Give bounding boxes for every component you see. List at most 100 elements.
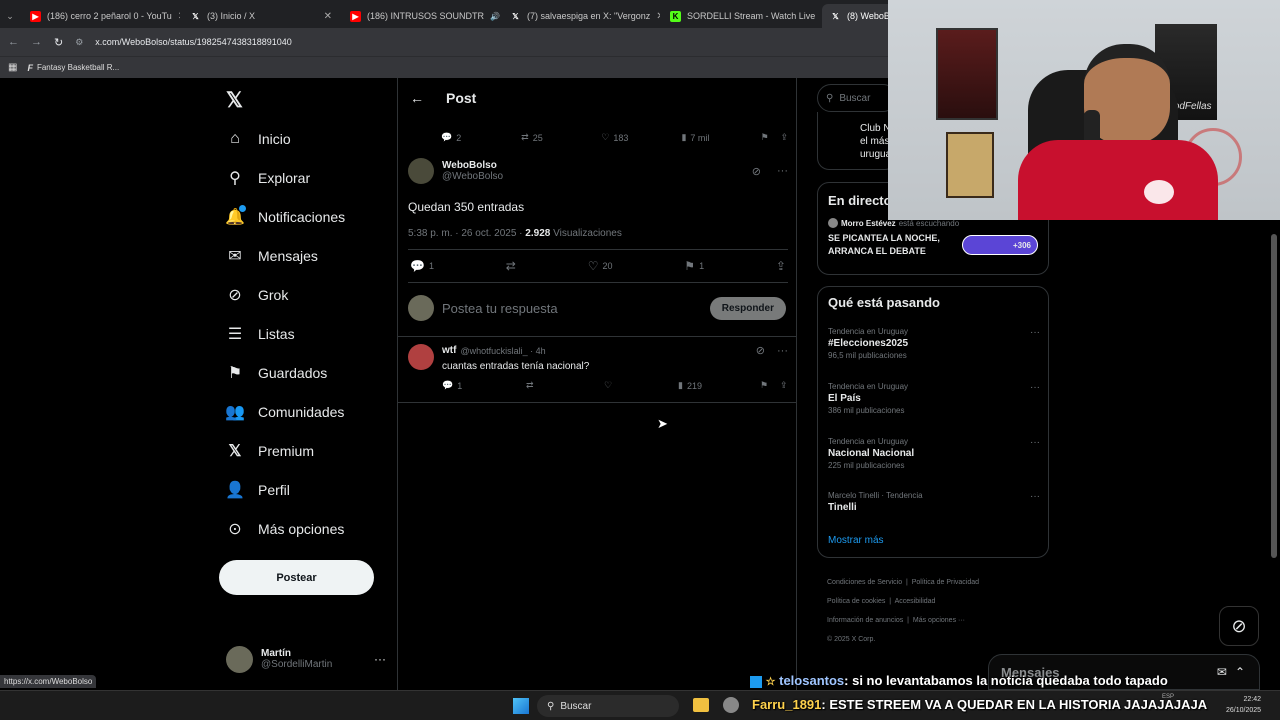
nav-item-explorar[interactable]: ⚲ Explorar <box>226 158 386 197</box>
more-icon[interactable]: ··· <box>1030 382 1040 393</box>
like-action[interactable]: ♡ 183 <box>601 132 681 143</box>
footer-link[interactable]: Información de anuncios <box>827 617 903 624</box>
reply-action[interactable]: 💬 1 <box>410 259 434 273</box>
taskbar-clock[interactable]: 22:42 26/10/2025 <box>1226 694 1261 716</box>
repost-count: 25 <box>532 132 543 143</box>
author-handle[interactable]: @whotfuckislali_ · 4h <box>460 346 545 356</box>
search-box[interactable]: ⚲ Buscar <box>817 84 897 112</box>
reply-input[interactable]: Postea tu respuesta <box>442 301 702 316</box>
repost-action[interactable]: ⇄ <box>526 380 604 391</box>
windows-start-icon[interactable] <box>513 698 529 714</box>
footer-link[interactable]: Política de cookies <box>827 598 885 605</box>
nav-item-mensajes[interactable]: ✉ Mensajes <box>226 236 386 275</box>
avatar[interactable] <box>408 344 434 370</box>
tab-list-chevron-icon[interactable]: ⌄ <box>0 4 20 28</box>
like-count: 20 <box>602 261 613 271</box>
footer-sep: | <box>903 617 913 624</box>
footer-link[interactable]: Más opciones ··· <box>913 617 965 624</box>
author-name[interactable]: wtf <box>442 345 456 356</box>
repost-action[interactable]: ⇄ 25 <box>521 132 601 143</box>
views-action[interactable]: ▮ 7 mil <box>681 132 760 143</box>
account-switcher[interactable]: Martín @SordelliMartin ··· <box>226 644 386 674</box>
avatar[interactable] <box>408 158 434 184</box>
language-indicator[interactable]: ESP <box>1162 694 1174 700</box>
reply-action[interactable]: 💬 2 <box>441 132 521 143</box>
nav-item-perfil[interactable]: 👤 Perfil <box>225 470 386 509</box>
author-handle[interactable]: @WeboBolso <box>442 171 503 182</box>
trend-item[interactable]: Tendencia en Uruguay El País 386 mil pub… <box>828 382 1040 415</box>
like-action[interactable]: ♡ <box>604 380 678 391</box>
reply-button[interactable]: Responder <box>709 296 786 320</box>
more-icon[interactable]: ··· <box>374 652 386 666</box>
audio-icon[interactable]: 🔊 <box>490 12 500 21</box>
post-button[interactable]: Postear <box>219 560 374 595</box>
page-scrollbar[interactable] <box>1271 234 1277 558</box>
more-icon[interactable]: ··· <box>777 165 788 177</box>
nav-item-guardados[interactable]: ⚑ Guardados <box>226 353 386 392</box>
close-tab-icon[interactable]: ✕ <box>178 11 180 22</box>
taskbar-search[interactable]: ⚲ Buscar <box>537 695 679 717</box>
forward-icon[interactable]: → <box>31 36 42 48</box>
back-arrow-icon[interactable]: ← <box>410 90 424 106</box>
close-tab-icon[interactable]: ✕ <box>324 11 332 22</box>
bookmark-action[interactable]: ⚑ 1 <box>684 259 704 273</box>
expand-icon[interactable]: ⌃ <box>1235 665 1245 679</box>
more-icon[interactable]: ··· <box>1030 491 1040 502</box>
browser-tab[interactable]: ▶ (186) cerro 2 peñarol 0 - YouTu ✕ <box>22 4 180 28</box>
nav-item-premium[interactable]: 𝕏 Premium <box>226 431 386 470</box>
trend-item[interactable]: Marcelo Tinelli · Tendencia Tinelli ··· <box>828 491 1040 513</box>
tweet-time[interactable]: 5:38 p. m. · 26 oct. 2025 · <box>408 228 525 239</box>
nav-item-grok[interactable]: ⊘ Grok <box>226 275 386 314</box>
footer-link[interactable]: Condiciones de Servicio <box>827 579 902 586</box>
browser-tab[interactable]: ▶ (186) INTRUSOS SOUNDTR 🔊 ✕ <box>342 4 500 28</box>
url-field[interactable]: x.com/WeboBolso/status/19825474383188910… <box>95 37 291 47</box>
file-explorer-icon[interactable] <box>693 698 709 712</box>
views-action[interactable]: ▮ 219 <box>678 380 760 391</box>
reply-tweet[interactable]: wtf @whotfuckislali_ · 4h ⊘ ··· cuantas … <box>408 344 788 391</box>
close-tab-icon[interactable]: ✕ <box>656 11 660 22</box>
share-icon[interactable]: ⇪ <box>780 380 788 391</box>
grok-float-button[interactable]: ⊘ <box>1219 606 1259 646</box>
browser-tab[interactable]: 𝕏 (7) salvaespiga en X: "Vergonz ✕ <box>502 4 660 28</box>
share-icon[interactable]: ⇪ <box>780 132 788 143</box>
reply-composer: Postea tu respuesta Responder <box>408 288 786 328</box>
more-icon[interactable]: ··· <box>777 345 788 357</box>
reply-action[interactable]: 💬 1 <box>442 380 526 391</box>
tab-title: (3) Inicio / X <box>207 11 256 21</box>
taskbar-search-label: Buscar <box>560 700 592 712</box>
repost-action[interactable]: ⇄ <box>506 259 516 273</box>
browser-tab[interactable]: K SORDELLI Stream - Watch Live ✕ <box>662 4 820 28</box>
nav-item-comunidades[interactable]: 👥 Comunidades <box>225 392 386 431</box>
apps-grid-icon[interactable]: ▦ <box>8 62 17 73</box>
nav-item-notificaciones[interactable]: 🔔 Notificaciones <box>225 197 386 236</box>
browser-tab-active[interactable]: 𝕏 (8) WeboBols <box>822 4 894 28</box>
grok-icon[interactable]: ⊘ <box>756 344 765 357</box>
new-message-icon[interactable]: ✉ <box>1217 665 1227 679</box>
back-icon[interactable]: ← <box>8 36 19 48</box>
chrome-icon[interactable] <box>723 697 739 713</box>
nav-item-listas[interactable]: ☰ Listas <box>226 314 386 353</box>
footer-link[interactable]: Política de Privacidad <box>912 579 979 586</box>
bookmark-item[interactable]: F Fantasy Basketball R... <box>27 63 119 73</box>
trend-item[interactable]: Tendencia en Uruguay #Elecciones2025 96,… <box>828 327 1040 360</box>
show-more-link[interactable]: Mostrar más <box>828 535 884 546</box>
nav-item-inicio[interactable]: ⌂ Inicio <box>226 119 386 158</box>
footer-link[interactable]: Accesibilidad <box>895 598 936 605</box>
author-name[interactable]: WeboBolso <box>442 160 503 171</box>
bookmark-icon[interactable]: ⚑ <box>760 380 780 391</box>
nav-item-mas-opciones[interactable]: ⊙ Más opciones <box>226 509 386 548</box>
share-icon[interactable]: ⇪ <box>776 259 786 273</box>
x-logo-icon[interactable]: 𝕏 <box>226 88 243 113</box>
chat-message: Farru_1891: ESTE STREEM VA A QUEDAR EN L… <box>752 697 1207 712</box>
person-icon: 👤 <box>225 481 245 499</box>
more-icon[interactable]: ··· <box>1030 327 1040 338</box>
site-info-icon[interactable]: ⚙ <box>75 37 83 48</box>
reload-icon[interactable]: ↻ <box>54 36 63 49</box>
browser-tab[interactable]: 𝕏 (3) Inicio / X ✕ <box>182 4 340 28</box>
listeners-pill[interactable]: +306 <box>962 235 1038 255</box>
more-icon[interactable]: ··· <box>1030 437 1040 448</box>
bookmark-icon[interactable]: ⚑ <box>761 132 781 143</box>
trend-item[interactable]: Tendencia en Uruguay Nacional Nacional 2… <box>828 437 1040 470</box>
grok-icon[interactable]: ⊘ <box>752 165 761 178</box>
like-action[interactable]: ♡ 20 <box>588 259 613 273</box>
